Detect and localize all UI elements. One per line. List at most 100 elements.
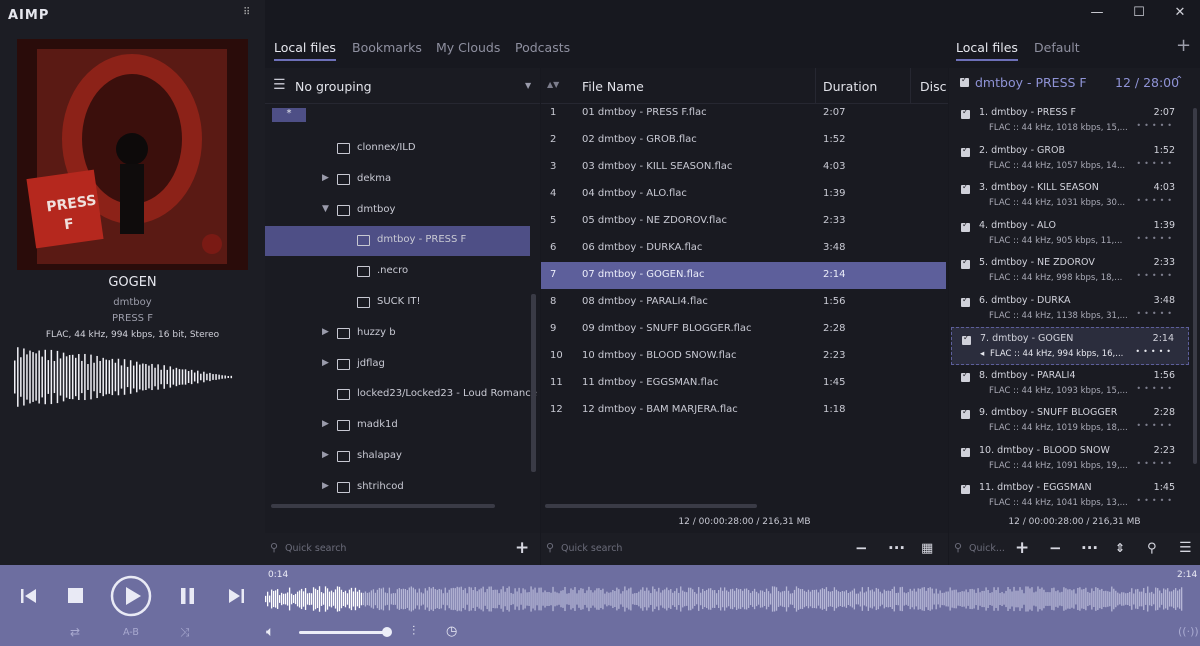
menu-icon[interactable]: ☰ <box>1179 540 1192 556</box>
tree-item[interactable]: .necro <box>265 257 530 287</box>
pause-button[interactable] <box>180 588 195 604</box>
playlist-item[interactable]: 3. dmtboy - KILL SEASON 4:03FLAC :: 44 kH… <box>951 177 1189 215</box>
table-row[interactable]: 9 09 dmtboy - SNUFF BLOGGER.flac 2:28 <box>541 316 946 343</box>
playlist-item[interactable]: 2. dmtboy - GROB 1:52FLAC :: 44 kHz, 1057… <box>951 140 1189 178</box>
menu-icon[interactable]: ☰ <box>273 77 286 93</box>
equalizer-icon[interactable]: ⫶ <box>412 624 415 639</box>
broadcast-icon[interactable]: ((·)) <box>1178 625 1199 638</box>
next-button[interactable] <box>227 588 245 604</box>
previous-button[interactable] <box>20 588 38 604</box>
add-playlist-icon[interactable]: + <box>1176 35 1191 56</box>
playlist-item[interactable]: 5. dmtboy - NE ZDOROV 2:33FLAC :: 44 kHz,… <box>951 252 1189 290</box>
sort-icon[interactable]: ⇕ <box>1115 541 1125 555</box>
collapse-icon[interactable]: ⌃ <box>1175 75 1183 86</box>
tree-hscrollbar[interactable] <box>271 504 495 508</box>
checkbox[interactable] <box>961 482 970 494</box>
checkbox[interactable] <box>961 107 970 119</box>
table-row[interactable]: 7 07 dmtboy - GOGEN.flac 2:14 <box>541 262 946 289</box>
tab-my-clouds[interactable]: My Clouds <box>436 40 500 55</box>
playlist-item[interactable]: 11. dmtboy - EGGSMAN 1:45FLAC :: 44 kHz, … <box>951 477 1189 515</box>
checkbox[interactable] <box>961 257 970 269</box>
playlist-group-header[interactable]: dmtboy - PRESS F 12 / 28:00 ⌃ <box>949 68 1200 98</box>
chevron-down-icon[interactable]: ▼ <box>525 81 531 90</box>
repeat-icon[interactable]: ⇄ <box>70 625 80 639</box>
chevron-right-icon[interactable]: ▶ <box>322 358 329 368</box>
playlist-search-input[interactable]: Quick... <box>969 543 1005 554</box>
checkbox[interactable] <box>961 295 970 307</box>
tree-item[interactable]: ▶ huzzy b <box>265 319 530 349</box>
group-checkbox[interactable] <box>960 75 969 87</box>
tab-podcasts[interactable]: Podcasts <box>515 40 570 55</box>
tree-item[interactable]: ▶ shtrihcod <box>265 473 530 503</box>
tree-item[interactable]: ▶ shalapay <box>265 442 530 472</box>
all-files-item[interactable]: * <box>272 108 306 122</box>
files-hscrollbar[interactable] <box>545 504 757 508</box>
volume-knob[interactable] <box>382 627 392 637</box>
table-row[interactable]: 1 01 dmtboy - PRESS F.flac 2:07 <box>541 100 946 127</box>
playlist-item[interactable]: 7. dmtboy - GOGEN 2:14◂ FLAC :: 44 kHz, 99… <box>951 327 1189 365</box>
search-icon[interactable]: ⚲ <box>1147 541 1157 556</box>
checkbox[interactable] <box>961 370 970 382</box>
rating-stars[interactable]: ••••• <box>1136 384 1175 393</box>
add-button[interactable]: + <box>515 538 529 558</box>
chevron-down-icon[interactable]: ▼ <box>322 204 329 214</box>
tab-local-files[interactable]: Local files <box>274 40 336 61</box>
grouping-header[interactable]: ☰ No grouping ▼ <box>265 68 540 104</box>
table-row[interactable]: 6 06 dmtboy - DURKA.flac 3:48 <box>541 235 946 262</box>
remove-button[interactable]: − <box>1049 539 1062 557</box>
checkbox[interactable] <box>961 407 970 419</box>
column-duration[interactable]: Duration <box>823 79 877 94</box>
playlist-item[interactable]: 4. dmtboy - ALO 1:39FLAC :: 44 kHz, 905 k… <box>951 215 1189 253</box>
timer-icon[interactable]: ◷ <box>446 624 457 639</box>
chevron-right-icon[interactable]: ▶ <box>322 327 329 337</box>
column-disc[interactable]: Disc <box>920 79 946 94</box>
tree-item[interactable]: ▶ madk1d <box>265 411 530 441</box>
minimize-button[interactable]: — <box>1084 4 1110 22</box>
files-search-input[interactable]: Quick search <box>561 543 622 554</box>
checkbox[interactable] <box>961 220 970 232</box>
tree-item[interactable]: ▶ dekma <box>265 165 530 195</box>
table-row[interactable]: 4 04 dmtboy - ALO.flac 1:39 <box>541 181 946 208</box>
tree-item[interactable]: locked23/Locked23 - Loud Romance <box>265 380 537 410</box>
table-row[interactable]: 2 02 dmtboy - GROB.flac 1:52 <box>541 127 946 154</box>
maximize-button[interactable]: ☐ <box>1126 4 1152 22</box>
table-row[interactable]: 11 11 dmtboy - EGGSMAN.flac 1:45 <box>541 370 946 397</box>
rating-stars[interactable]: ••••• <box>1136 271 1175 280</box>
playlist-item[interactable]: 8. dmtboy - PARALI4 1:56FLAC :: 44 kHz, 1… <box>951 365 1189 403</box>
stop-button[interactable] <box>68 588 83 603</box>
checkbox[interactable] <box>962 333 971 345</box>
tab-bookmarks[interactable]: Bookmarks <box>352 40 422 55</box>
table-row[interactable]: 5 05 dmtboy - NE ZDOROV.flac 2:33 <box>541 208 946 235</box>
playlist-item[interactable]: 1. dmtboy - PRESS F 2:07FLAC :: 44 kHz, 1… <box>951 102 1189 140</box>
more-button[interactable]: ··· <box>1081 539 1098 557</box>
playlist-item[interactable]: 6. dmtboy - DURKA 3:48FLAC :: 44 kHz, 113… <box>951 290 1189 328</box>
tab-playlist-local-files[interactable]: Local files <box>956 40 1018 61</box>
chevron-right-icon[interactable]: ▶ <box>322 481 329 491</box>
playlist-item[interactable]: 9. dmtboy - SNUFF BLOGGER 2:28FLAC :: 44 … <box>951 402 1189 440</box>
table-row[interactable]: 12 12 dmtboy - BAM MARJERA.flac 1:18 <box>541 397 946 424</box>
table-row[interactable]: 8 08 dmtboy - PARALI4.flac 1:56 <box>541 289 946 316</box>
playlist-scrollbar[interactable] <box>1193 108 1197 464</box>
more-button[interactable]: ··· <box>888 539 905 557</box>
column-file-name[interactable]: File Name <box>582 79 644 94</box>
add-button[interactable]: + <box>1015 538 1029 558</box>
tree-item[interactable]: clonnex/ILD <box>265 134 530 164</box>
play-button[interactable] <box>110 575 152 617</box>
rating-stars[interactable]: ••••• <box>1136 196 1175 205</box>
checkbox[interactable] <box>961 182 970 194</box>
playlist-item[interactable]: 10. dmtboy - BLOOD SNOW 2:23FLAC :: 44 kH… <box>951 440 1189 478</box>
table-row[interactable]: 10 10 dmtboy - BLOOD SNOW.flac 2:23 <box>541 343 946 370</box>
checkbox[interactable] <box>961 145 970 157</box>
checkbox[interactable] <box>961 445 970 457</box>
shuffle-icon[interactable]: ⤨ <box>180 625 190 640</box>
view-grid-icon[interactable]: ▦ <box>921 541 933 556</box>
rating-stars[interactable]: ••••• <box>1136 496 1175 505</box>
rating-stars[interactable]: ••••• <box>1136 459 1175 468</box>
rating-stars[interactable]: ••••• <box>1136 159 1175 168</box>
tree-item[interactable]: ▼ dmtboy <box>265 196 530 226</box>
tree-item[interactable]: ▶ jdflag <box>265 350 530 380</box>
rating-stars[interactable]: ••••• <box>1136 121 1175 130</box>
volume-slider[interactable] <box>299 631 387 634</box>
tab-playlist-default[interactable]: Default <box>1034 40 1080 55</box>
remove-button[interactable]: − <box>855 539 868 557</box>
